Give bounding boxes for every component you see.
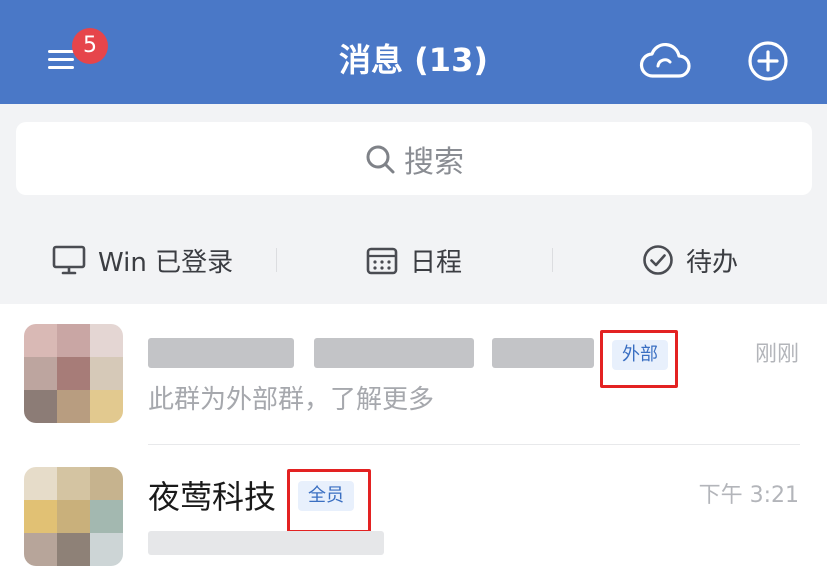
monitor-icon — [52, 245, 86, 275]
message-preview: 此群为外部群，了解更多 — [148, 385, 435, 415]
check-circle-icon — [643, 245, 673, 275]
quick-todo-label: 待办 — [686, 247, 739, 278]
quick-todo[interactable]: 待办 — [642, 222, 738, 298]
highlight-box — [287, 469, 371, 533]
quick-win-login[interactable]: Win 已登录 — [52, 222, 233, 298]
quick-actions-bar: Win 已登录 日程 待办 — [0, 222, 827, 298]
conversation-title: 夜莺科技 — [148, 478, 277, 516]
divider — [276, 248, 277, 272]
blurred-title — [314, 338, 474, 368]
search-input[interactable]: 搜索 — [16, 122, 812, 195]
calendar-icon — [366, 247, 398, 275]
conversation-row[interactable]: 外部 刚刚 此群为外部群，了解更多 — [0, 304, 827, 444]
blurred-title — [148, 338, 294, 368]
cloud-icon[interactable] — [639, 40, 691, 80]
search-icon — [366, 145, 395, 173]
timestamp: 下午 3:21 — [698, 483, 799, 508]
plus-circle-icon[interactable] — [746, 40, 790, 84]
conversation-row[interactable]: 夜莺科技 全员 下午 3:21 — [0, 445, 827, 585]
divider — [552, 248, 553, 272]
timestamp: 刚刚 — [754, 342, 799, 367]
highlight-box — [600, 330, 678, 388]
quick-schedule[interactable]: 日程 — [366, 222, 462, 298]
avatar — [24, 324, 123, 423]
avatar — [24, 467, 123, 566]
blurred-title — [492, 338, 594, 368]
quick-schedule-label: 日程 — [410, 247, 463, 278]
search-placeholder: 搜索 — [404, 144, 464, 180]
page-title: 消息 (13) — [339, 41, 488, 79]
blurred-preview — [148, 531, 384, 555]
conversation-list: 外部 刚刚 此群为外部群，了解更多 夜莺科技 全员 下午 3:21 — [0, 304, 827, 587]
quick-win-login-label: Win 已登录 — [98, 247, 234, 278]
app-header: 5 消息 (13) — [0, 0, 827, 104]
